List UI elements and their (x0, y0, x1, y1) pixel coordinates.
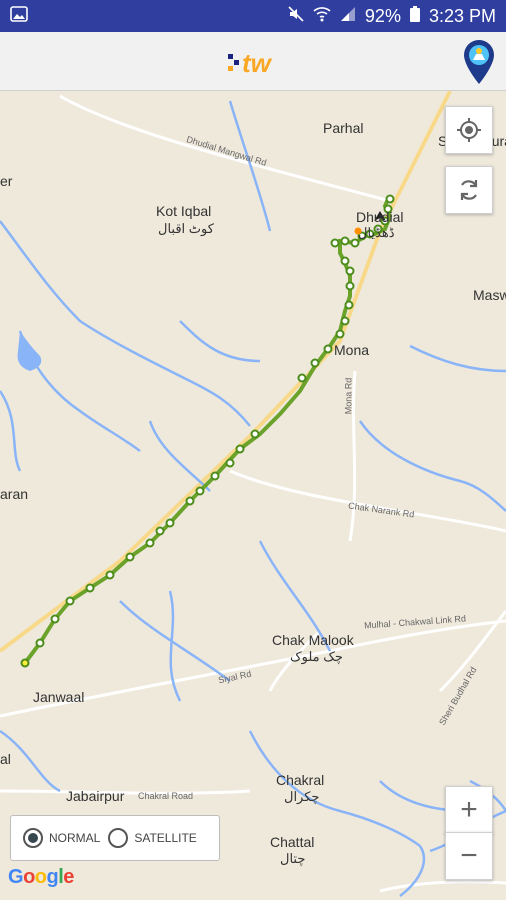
battery-percent: 92% (364, 5, 401, 26)
map-type-normal-option[interactable]: NORMAL (23, 828, 100, 848)
place-chak-malook-urdu: چک ملوک (290, 649, 343, 664)
map-type-normal-label: NORMAL (49, 831, 101, 845)
status-bar: 92% 3:23 PM (0, 0, 506, 32)
zoom-in-button[interactable]: + (445, 786, 493, 834)
clock: 3:23 PM (428, 5, 496, 26)
refresh-icon (460, 180, 478, 200)
place-chattal: Chattal (270, 834, 315, 850)
place-left-aran: aran (0, 486, 29, 502)
my-location-button[interactable] (445, 106, 493, 154)
map-type-satellite-label: SATELLITE (134, 831, 197, 845)
road-chakral: Chakral Road (138, 791, 194, 801)
place-chattal-urdu: چتال (280, 851, 306, 866)
place-left-er: er (0, 173, 13, 189)
radio-satellite[interactable] (108, 828, 129, 848)
mute-icon (287, 5, 305, 28)
app-logo: tw (224, 46, 280, 78)
wifi-icon (313, 5, 331, 28)
place-chak-malook: Chak Malook (272, 632, 354, 648)
refresh-button[interactable] (445, 166, 493, 214)
map-type-selector: NORMAL SATELLITE (10, 815, 220, 861)
app-bar: tw (0, 32, 506, 91)
place-kot-iqbal: Kot Iqbal (156, 203, 212, 219)
google-attribution: Google (8, 866, 74, 888)
place-left-al: al (0, 751, 11, 767)
place-dhudial: Dhudial (356, 209, 404, 225)
radio-normal[interactable] (23, 828, 43, 848)
crosshair-icon (457, 118, 481, 142)
signal-icon (339, 5, 357, 28)
place-chakral: Chakral (276, 772, 325, 788)
place-kot-iqbal-urdu: کوٹ اقبال (158, 221, 214, 236)
zoom-out-button[interactable]: − (445, 832, 493, 880)
place-masw: Masw (473, 287, 506, 303)
map-type-satellite-option[interactable]: SATELLITE (108, 828, 197, 848)
place-chakral-urdu: چکرال (284, 789, 320, 804)
svg-text:tw: tw (242, 48, 273, 78)
place-mona: Mona (334, 342, 370, 358)
location-pin-icon[interactable] (462, 38, 496, 86)
map-view[interactable]: Parhal Sang Khura er Kot Iqbal کوٹ اقبال… (0, 91, 506, 900)
place-janwaal: Janwaal (33, 689, 85, 705)
map-canvas (0, 91, 506, 900)
place-dhudial-urdu: ڈھڈیال (358, 225, 395, 240)
place-parhal: Parhal (323, 120, 364, 136)
road-mona: Mona Rd (343, 377, 354, 415)
place-jabairpur: Jabairpur (66, 788, 125, 804)
battery-icon (409, 5, 421, 28)
gallery-notification-icon (10, 5, 28, 28)
